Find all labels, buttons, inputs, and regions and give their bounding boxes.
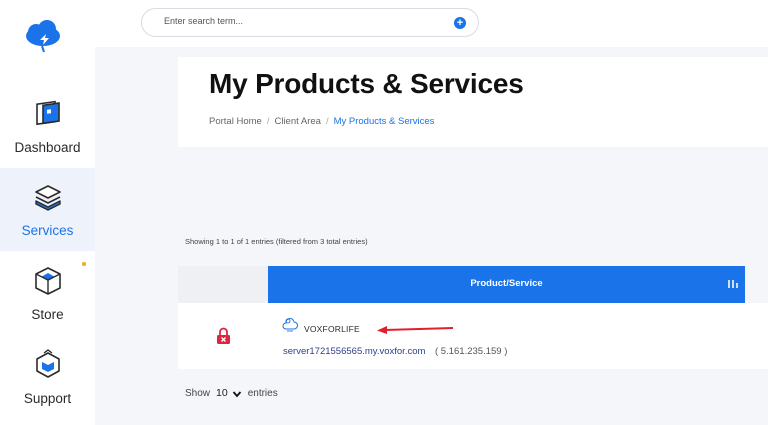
service-name[interactable]: VOXFORLIFE [304,324,360,334]
sort-icon[interactable] [727,278,739,290]
sidebar-item-store[interactable]: Store [0,252,95,335]
table-header-status [178,266,268,303]
page-header-panel: My Products & Services Portal Home / Clien… [178,57,768,147]
breadcrumb-client-area[interactable]: Client Area [274,116,320,127]
sidebar-item-label: Support [23,391,72,406]
search-input[interactable] [164,16,444,26]
service-domain-link[interactable]: server1721556565.my.voxfor.com [283,346,425,357]
breadcrumb-portal-home[interactable]: Portal Home [209,116,262,127]
chevron-down-icon [232,391,241,398]
sidebar-item-label: Services [21,223,74,238]
sidebar-item-services[interactable]: Services [0,168,95,251]
suspended-status-icon [217,327,230,344]
plus-circle-icon[interactable]: + [454,17,466,29]
breadcrumb-current: My Products & Services [333,116,435,127]
page-size-control: Show 10 entries [185,387,278,399]
show-label: Show [185,387,211,399]
column-header-label: Product/Service [470,278,543,289]
dashboard-icon [35,100,60,126]
table-row[interactable]: VOXFORLIFE server1721556565.my.voxfor.co… [178,303,768,369]
support-icon [35,349,60,378]
table-info: Showing 1 to 1 of 1 entries (filtered fr… [185,237,368,246]
store-icon [34,267,61,295]
arrow-left-icon [377,326,454,334]
top-header: + [95,0,768,47]
service-ip: ( 5.161.235.159 ) [435,346,508,357]
search-box: + [141,8,479,37]
sidebar-item-support[interactable]: Support [0,336,95,419]
breadcrumb-separator: / [266,116,270,127]
sidebar-item-label: Dashboard [14,140,81,155]
breadcrumb: Portal Home / Client Area / My Products & Se… [209,116,434,127]
page-title: My Products & Services [209,68,524,99]
notification-dot [82,262,86,266]
entries-label: entries [247,387,278,399]
services-icon [34,185,61,211]
sidebar-item-dashboard[interactable]: Dashboard [0,85,95,168]
cloud-server-icon [282,318,298,332]
page-size-select[interactable]: 10 [216,387,242,399]
sidebar-item-label: Store [31,307,64,322]
page-size-value: 10 [216,387,228,399]
breadcrumb-separator: / [325,116,329,127]
table-header-product-service[interactable]: Product/Service [268,266,745,303]
sidebar: Dashboard Services Store Support [0,0,95,425]
brand-logo[interactable] [22,18,64,54]
